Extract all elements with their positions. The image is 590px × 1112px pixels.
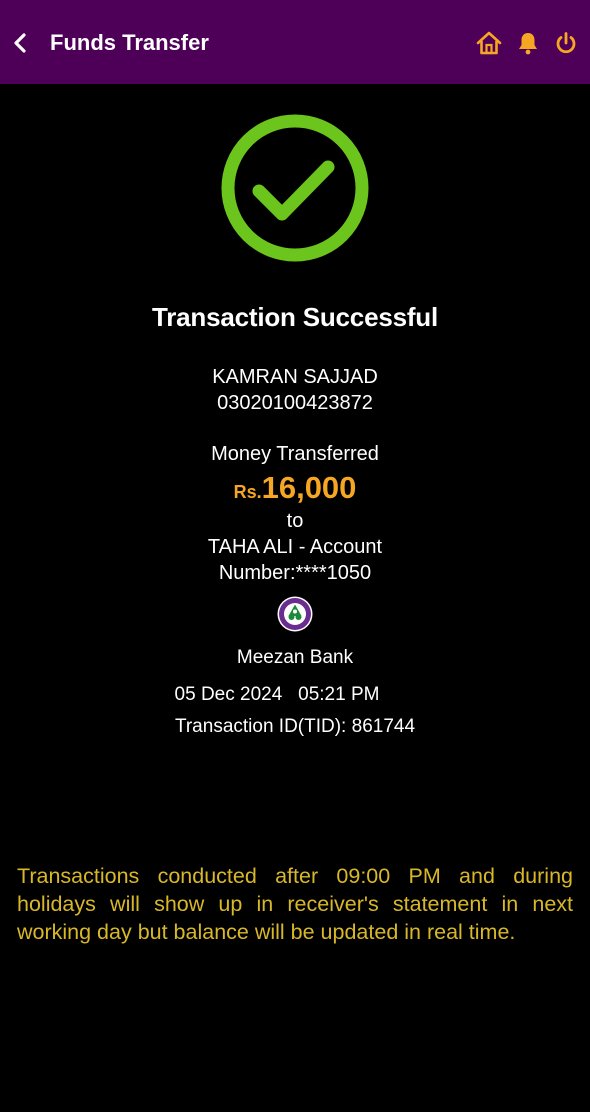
transaction-id-value: 861744 — [351, 716, 416, 737]
app-header: Funds Transfer — [0, 0, 590, 84]
transaction-time: 05:21 PM — [298, 684, 380, 705]
transaction-id-label: Transaction ID(TID): — [174, 716, 347, 737]
sender-name: KAMRAN SAJJAD — [212, 366, 378, 388]
back-button[interactable] — [6, 28, 34, 58]
amount-value: 16,000 — [261, 470, 357, 505]
bell-icon — [519, 33, 537, 55]
back-icon — [14, 33, 26, 53]
transaction-id-row: Transaction ID(TID): 861744 — [0, 716, 590, 738]
meezan-bank-logo — [277, 596, 313, 632]
notifications-button[interactable] — [515, 30, 541, 56]
transaction-datetime: 05 Dec 2024 05:21 PM — [0, 684, 572, 706]
processing-notice: Transactions conducted after 09:00 PM an… — [17, 864, 573, 944]
logout-button[interactable] — [553, 30, 579, 56]
status-title: Transaction Successful — [151, 302, 439, 332]
currency-label: Rs. — [233, 482, 262, 502]
to-label: to — [286, 510, 304, 532]
bank-name: Meezan Bank — [236, 647, 354, 668]
checkmark-circle-icon — [221, 114, 369, 262]
sender-account: 03020100423872 — [217, 392, 373, 414]
money-transferred-label: Money Transferred — [211, 443, 379, 465]
transfer-amount: Rs.16,000 — [0, 470, 590, 506]
page-title: Funds Transfer — [50, 30, 209, 55]
recipient-line-2: Number:****1050 — [218, 562, 372, 584]
home-icon — [476, 31, 502, 55]
transaction-date: 05 Dec 2024 — [174, 684, 283, 705]
power-icon — [556, 32, 576, 54]
home-button[interactable] — [476, 30, 502, 56]
recipient-line-1: TAHA ALI - Account — [207, 536, 383, 558]
